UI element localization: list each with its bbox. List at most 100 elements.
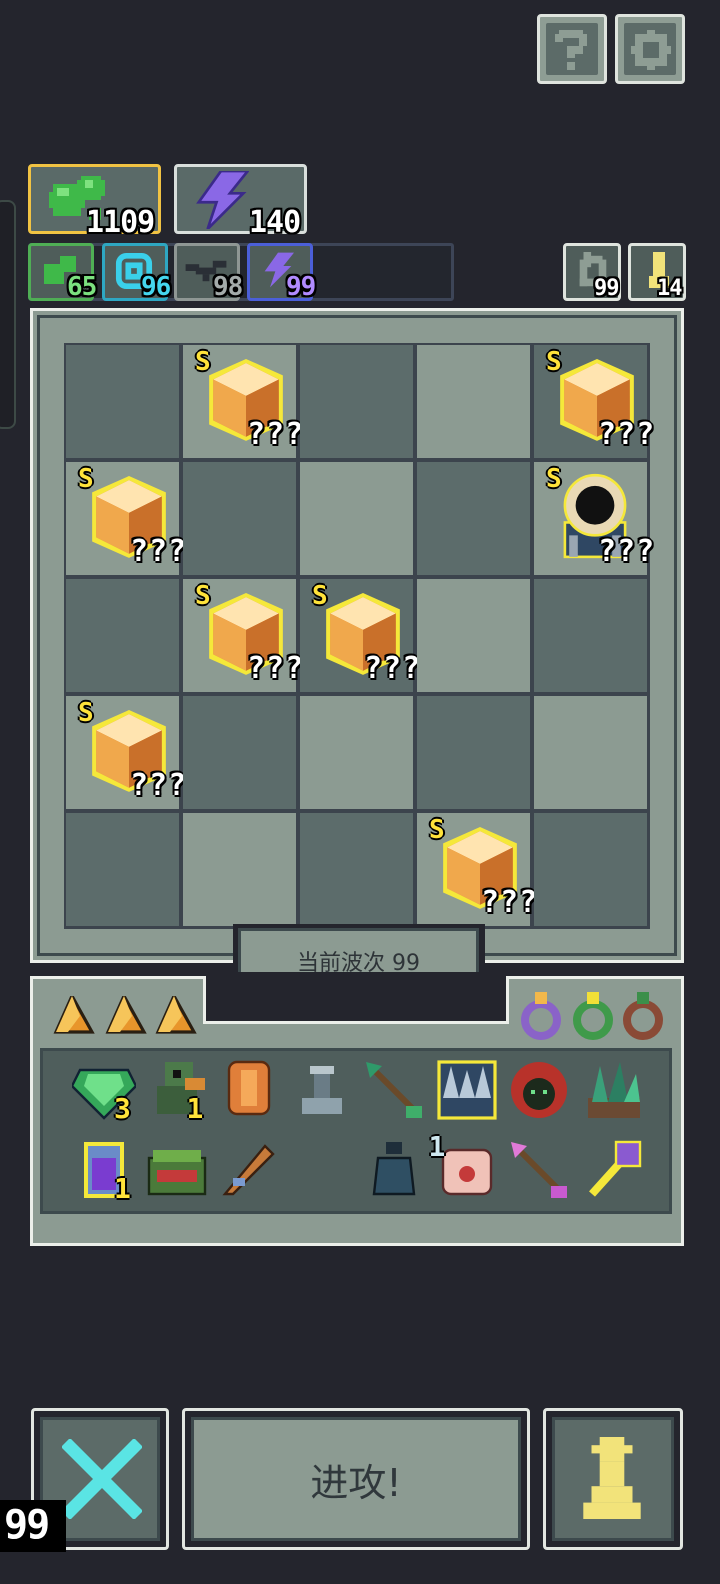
item-count: 1	[428, 1130, 446, 1163]
pink-arrow-icon	[511, 1142, 567, 1198]
ring-brown-icon[interactable]	[623, 992, 663, 1040]
item-count: 1	[114, 1172, 131, 1205]
item-count: 1	[186, 1092, 204, 1125]
inventory-item[interactable]	[362, 1138, 426, 1202]
inventory-item[interactable]	[145, 1138, 209, 1202]
board-cell[interactable]	[534, 579, 647, 692]
board-cell[interactable]	[300, 813, 413, 926]
board-cell[interactable]	[66, 579, 179, 692]
board-cell[interactable]: S???	[183, 345, 303, 458]
question-icon	[555, 30, 587, 70]
board-cell[interactable]	[417, 696, 530, 809]
board-grid: S??? S??? S??? S??? S??? S??? S??? S???	[64, 343, 654, 929]
pawn-icon	[583, 1437, 641, 1519]
inventory-item[interactable]: 1	[72, 1138, 136, 1205]
empty-icon	[290, 1138, 354, 1202]
inventory-item[interactable]: 3	[70, 1058, 138, 1125]
gold-value: 1109	[86, 205, 155, 240]
rank-label: S	[546, 347, 562, 377]
board-cell[interactable]	[183, 813, 296, 926]
stat-purple: 99	[247, 243, 316, 302]
board-cell[interactable]	[66, 813, 179, 926]
unknown-label: ???	[598, 417, 656, 452]
amber-gem-unit[interactable]: S???	[300, 579, 420, 692]
inventory-item[interactable]	[507, 1058, 571, 1122]
stat-grey-value: 98	[213, 272, 243, 302]
ring-green-icon[interactable]	[573, 992, 613, 1040]
amber-gem-unit[interactable]: S???	[183, 345, 303, 458]
board-cell[interactable]	[417, 462, 530, 575]
board-cell[interactable]	[66, 345, 179, 458]
inventory-item[interactable]	[290, 1058, 354, 1122]
board-cell[interactable]	[300, 462, 413, 575]
rank-label: S	[312, 581, 328, 611]
board-cell[interactable]	[417, 579, 530, 692]
energy-value: 140	[249, 205, 301, 240]
board-cell[interactable]	[300, 345, 413, 458]
inventory-item[interactable]	[217, 1138, 281, 1202]
unknown-label: ???	[247, 651, 305, 686]
shard-icon[interactable]	[154, 996, 198, 1036]
amber-gem-unit[interactable]: S???	[66, 696, 186, 809]
board-cell[interactable]	[183, 462, 296, 575]
amber-gem-unit[interactable]: S???	[66, 462, 186, 575]
rank-label: S	[195, 581, 211, 611]
refresh-value: 99	[594, 276, 619, 301]
inventory-item[interactable]: 1	[429, 1130, 499, 1202]
crystal-cluster-icon	[587, 1062, 640, 1118]
feather-icon	[222, 1144, 275, 1196]
eye-tower-unit[interactable]: S???	[534, 462, 654, 575]
hero-button[interactable]	[543, 1408, 683, 1550]
stat-green-value: 65	[67, 272, 97, 302]
board-cell[interactable]	[534, 696, 647, 809]
board-cell[interactable]: S???	[534, 462, 654, 575]
board-cell[interactable]	[417, 345, 530, 458]
inventory-item[interactable]	[435, 1058, 499, 1122]
settings-button[interactable]	[615, 14, 685, 84]
inventory-item[interactable]	[580, 1058, 644, 1122]
gear-icon	[631, 30, 671, 70]
inventory-item[interactable]	[507, 1138, 571, 1202]
rank-label: S	[78, 698, 94, 728]
refresh-button[interactable]: 99	[563, 243, 621, 301]
inventory-item[interactable]	[217, 1058, 281, 1122]
pawn-button[interactable]: 14	[628, 243, 686, 301]
unknown-label: ???	[364, 651, 422, 686]
stat-cyan-value: 96	[141, 272, 171, 302]
stat-grey: 98	[174, 243, 243, 302]
staff-icon	[588, 1140, 641, 1197]
board-cell[interactable]: S???	[183, 579, 303, 692]
armor-icon	[227, 1060, 271, 1116]
inventory-item	[290, 1138, 354, 1202]
board-cell[interactable]: S???	[534, 345, 654, 458]
board-cell[interactable]	[183, 696, 296, 809]
board-cell[interactable]: S???	[417, 813, 537, 926]
amber-gem-unit[interactable]: S???	[534, 345, 654, 458]
pawn-value: 14	[657, 276, 682, 301]
inventory-item[interactable]	[580, 1138, 644, 1202]
unknown-label: ???	[247, 417, 305, 452]
shard-icon[interactable]	[52, 996, 96, 1036]
unknown-label: ???	[598, 534, 656, 569]
attack-button[interactable]: 进攻!	[182, 1408, 530, 1550]
green-arrow-icon	[366, 1062, 422, 1118]
shard-icon[interactable]	[104, 996, 148, 1036]
board-cell[interactable]	[534, 813, 647, 926]
corner-number: 99	[4, 1502, 50, 1548]
inventory-item[interactable]: 1	[145, 1058, 209, 1125]
amber-gem-unit[interactable]: S???	[417, 813, 537, 926]
chest-mimic-icon	[147, 1150, 206, 1196]
board-cell[interactable]	[300, 696, 413, 809]
rank-label: S	[195, 347, 211, 377]
stat-green: 65	[28, 243, 97, 302]
ring-purple-icon[interactable]	[521, 992, 561, 1040]
side-tab[interactable]	[0, 200, 16, 429]
unknown-label: ???	[130, 768, 188, 803]
board-cell[interactable]: S???	[66, 462, 186, 575]
gold-resource: 1109	[28, 164, 161, 240]
board-cell[interactable]: S???	[300, 579, 420, 692]
board-cell[interactable]: S???	[66, 696, 186, 809]
inventory-item[interactable]	[362, 1058, 426, 1122]
amber-gem-unit[interactable]: S???	[183, 579, 303, 692]
help-button[interactable]	[537, 14, 607, 84]
